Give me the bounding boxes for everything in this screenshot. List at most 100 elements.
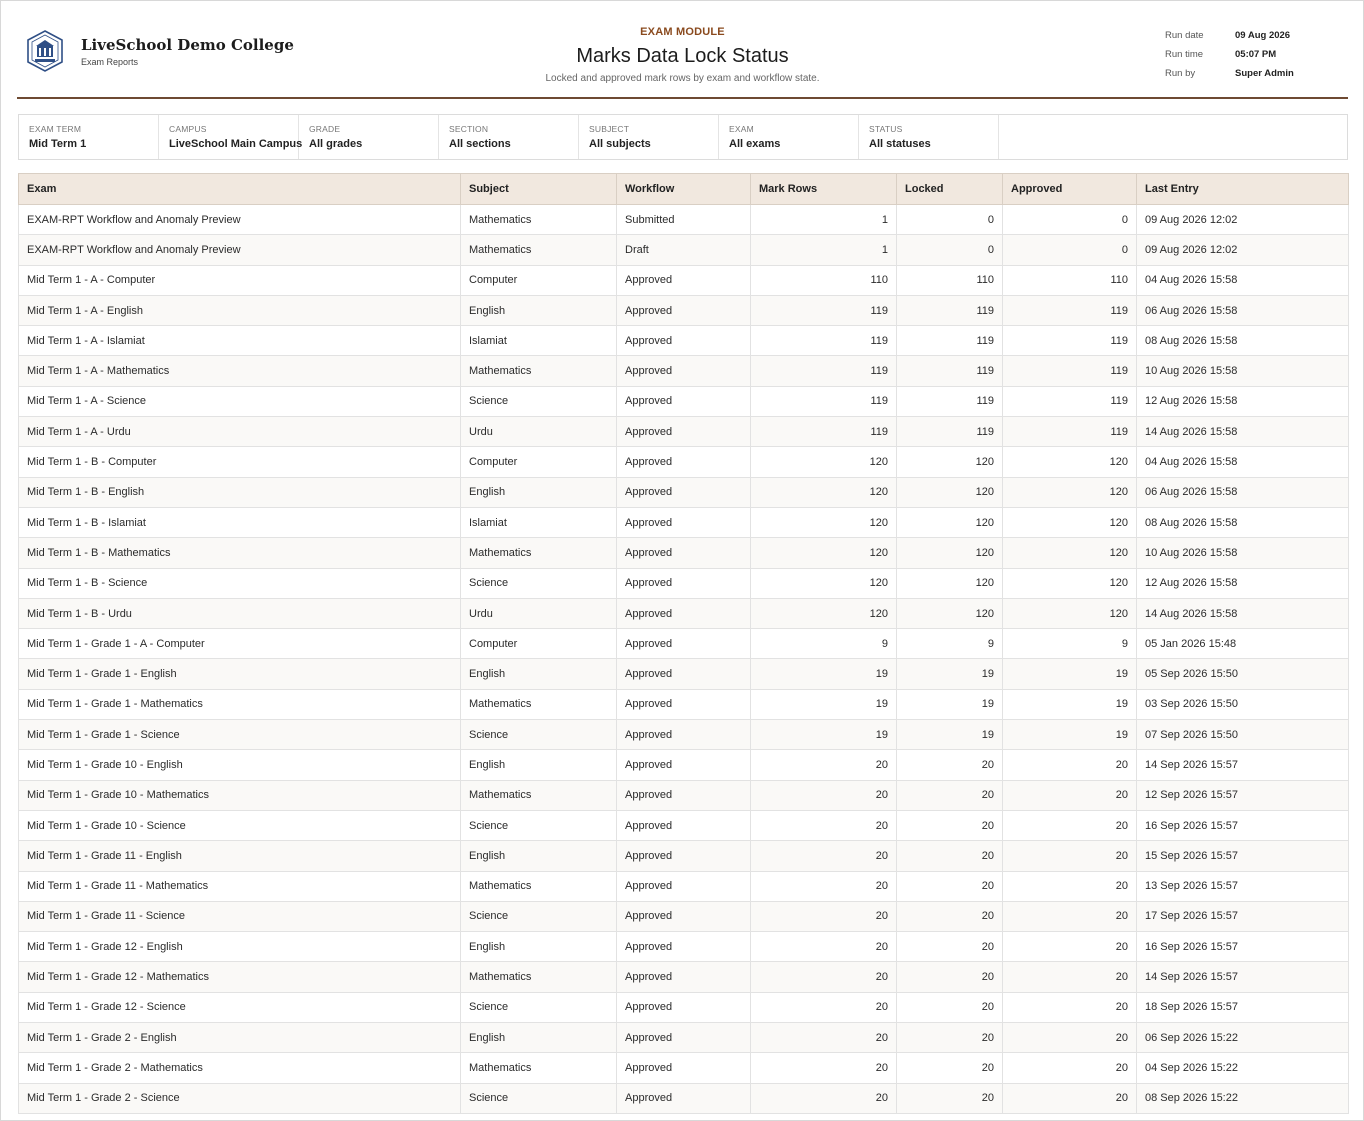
column-header[interactable]: Approved bbox=[1002, 173, 1137, 205]
filter-campus[interactable]: Campus LiveSchool Main Campus bbox=[159, 115, 302, 159]
column-header[interactable]: Mark Rows bbox=[750, 173, 897, 205]
table-row[interactable]: EXAM-RPT Workflow and Anomaly Preview Mat… bbox=[18, 203, 1349, 236]
column-header[interactable]: Exam bbox=[18, 173, 461, 205]
table-cell: Approved bbox=[616, 931, 751, 963]
column-header[interactable]: Subject bbox=[460, 173, 617, 205]
table-cell: 20 bbox=[896, 870, 1003, 902]
table-cell: 08 Aug 2026 15:58 bbox=[1136, 325, 1349, 357]
page-title: Marks Data Lock Status bbox=[576, 45, 789, 67]
table-cell: Mid Term 1 - Grade 2 - English bbox=[18, 1022, 461, 1054]
table-cell: 120 bbox=[1002, 506, 1137, 539]
table-cell: 120 bbox=[1002, 537, 1137, 569]
table-cell: Mid Term 1 - Grade 1 - Science bbox=[18, 719, 461, 751]
table-cell: 20 bbox=[750, 1052, 897, 1084]
table-cell: English bbox=[460, 1022, 617, 1054]
table-cell: Computer bbox=[460, 446, 617, 478]
table-row[interactable]: Mid Term 1 - A - Science Science Approved 1… bbox=[18, 385, 1349, 418]
filter-subject[interactable]: Subject All subjects bbox=[579, 115, 719, 159]
report-page: LiveSchool Demo College Exam Reports EXA… bbox=[0, 0, 1364, 1121]
table-row[interactable]: Mid Term 1 - Grade 11 - Mathematics Mathe… bbox=[18, 870, 1349, 902]
table-row[interactable]: Mid Term 1 - Grade 10 - English English Ap… bbox=[18, 749, 1349, 781]
table-cell: 16 Sep 2026 15:57 bbox=[1136, 931, 1349, 963]
table-cell: 20 bbox=[750, 870, 897, 902]
table-cell: Approved bbox=[616, 961, 751, 993]
filter-label: Exam bbox=[729, 124, 754, 134]
table-cell: Approved bbox=[616, 264, 751, 296]
table-cell: 110 bbox=[896, 264, 1003, 296]
table-cell: Approved bbox=[616, 809, 751, 842]
table-row[interactable]: Mid Term 1 - Grade 10 - Science Science Ap… bbox=[18, 809, 1349, 842]
filter-exam-term[interactable]: Exam Term Mid Term 1 bbox=[19, 115, 159, 159]
table-cell: English bbox=[460, 476, 617, 508]
table-cell: 120 bbox=[1002, 567, 1137, 599]
table-cell: 20 bbox=[750, 749, 897, 781]
table-cell: Islamiat bbox=[460, 325, 617, 357]
table-row[interactable]: Mid Term 1 - A - Computer Computer Approve… bbox=[18, 264, 1349, 296]
table-header-row: Exam Subject Workflow Mark Rows Locked Approv… bbox=[18, 173, 1349, 205]
table-cell: Approved bbox=[616, 628, 751, 660]
filter-exam[interactable]: Exam All exams bbox=[719, 115, 859, 159]
table-cell: Approved bbox=[616, 446, 751, 478]
table-cell: Mid Term 1 - A - English bbox=[18, 294, 461, 327]
table-cell: English bbox=[460, 294, 617, 327]
table-row[interactable]: Mid Term 1 - Grade 12 - Mathematics Mathe… bbox=[18, 961, 1349, 993]
table-cell: 20 bbox=[1002, 1022, 1137, 1054]
table-cell: Mathematics bbox=[460, 870, 617, 902]
table-row[interactable]: Mid Term 1 - Grade 1 - Mathematics Mathem… bbox=[18, 688, 1349, 721]
filter-value: All sections bbox=[449, 138, 511, 150]
table-row[interactable]: Mid Term 1 - Grade 2 - Science Science App… bbox=[18, 1082, 1349, 1114]
table-row[interactable]: Mid Term 1 - Grade 12 - English English Ap… bbox=[18, 931, 1349, 963]
table-row[interactable]: EXAM-RPT Workflow and Anomaly Preview Mat… bbox=[18, 234, 1349, 266]
table-row[interactable]: Mid Term 1 - B - Islamiat Islamiat Approve… bbox=[18, 506, 1349, 539]
table-row[interactable]: Mid Term 1 - Grade 2 - Mathematics Mathem… bbox=[18, 1052, 1349, 1084]
table-row[interactable]: Mid Term 1 - Grade 10 - Mathematics Mathe… bbox=[18, 779, 1349, 811]
table-cell: 19 bbox=[1002, 688, 1137, 721]
table-row[interactable]: Mid Term 1 - A - Mathematics Mathematics A… bbox=[18, 355, 1349, 387]
table-row[interactable]: Mid Term 1 - Grade 12 - Science Science Ap… bbox=[18, 991, 1349, 1024]
table-cell: Mid Term 1 - B - Computer bbox=[18, 446, 461, 478]
table-row[interactable]: Mid Term 1 - Grade 11 - Science Science Ap… bbox=[18, 900, 1349, 933]
table-cell: 20 bbox=[750, 1082, 897, 1114]
table-cell: Mathematics bbox=[460, 1052, 617, 1084]
table-row[interactable]: Mid Term 1 - Grade 1 - English English App… bbox=[18, 658, 1349, 690]
table-cell: 119 bbox=[1002, 325, 1137, 357]
filter-label: Grade bbox=[309, 124, 341, 134]
table-cell: 120 bbox=[1002, 446, 1137, 478]
table-cell: 20 bbox=[1002, 809, 1137, 842]
table-row[interactable]: Mid Term 1 - B - Science Science Approved 1… bbox=[18, 567, 1349, 599]
filter-section[interactable]: Section All sections bbox=[439, 115, 579, 159]
table-cell: Mid Term 1 - Grade 11 - Science bbox=[18, 900, 461, 933]
run-by-row: Run by Super Admin bbox=[1165, 64, 1345, 83]
table-cell: 119 bbox=[750, 294, 897, 327]
table-cell: 119 bbox=[896, 294, 1003, 327]
table-cell: 09 Aug 2026 12:02 bbox=[1136, 203, 1349, 236]
table-cell: 20 bbox=[750, 840, 897, 872]
table-row[interactable]: Mid Term 1 - A - Urdu Urdu Approved 119 119 1… bbox=[18, 416, 1349, 448]
filter-status[interactable]: Status All statuses bbox=[859, 115, 999, 159]
table-cell: 14 Aug 2026 15:58 bbox=[1136, 416, 1349, 448]
table-row[interactable]: Mid Term 1 - Grade 1 - A - Computer Compu… bbox=[18, 628, 1349, 660]
table-cell: 20 bbox=[896, 779, 1003, 811]
column-header[interactable]: Locked bbox=[896, 173, 1003, 205]
table-row[interactable]: Mid Term 1 - Grade 2 - English English App… bbox=[18, 1022, 1349, 1054]
table-row[interactable]: Mid Term 1 - Grade 11 - English English Ap… bbox=[18, 840, 1349, 872]
table-cell: Approved bbox=[616, 537, 751, 569]
table-row[interactable]: Mid Term 1 - B - Mathematics Mathematics A… bbox=[18, 537, 1349, 569]
table-cell: Approved bbox=[616, 1052, 751, 1084]
table-cell: 12 Sep 2026 15:57 bbox=[1136, 779, 1349, 811]
table-cell: 110 bbox=[1002, 264, 1137, 296]
filter-grade[interactable]: Grade All grades bbox=[299, 115, 439, 159]
column-header[interactable]: Workflow bbox=[616, 173, 751, 205]
table-row[interactable]: Mid Term 1 - A - Islamiat Islamiat Approve… bbox=[18, 325, 1349, 357]
table-row[interactable]: Mid Term 1 - Grade 1 - Science Science App… bbox=[18, 719, 1349, 751]
table-row[interactable]: Mid Term 1 - B - English English Approved 1… bbox=[18, 476, 1349, 508]
table-cell: 120 bbox=[750, 567, 897, 599]
table-row[interactable]: Mid Term 1 - B - Urdu Urdu Approved 120 120 1… bbox=[18, 597, 1349, 630]
table-cell: 119 bbox=[750, 385, 897, 418]
column-header[interactable]: Last Entry bbox=[1136, 173, 1349, 205]
table-row[interactable]: Mid Term 1 - B - Computer Computer Approve… bbox=[18, 446, 1349, 478]
table-cell: 14 Sep 2026 15:57 bbox=[1136, 961, 1349, 993]
table-cell: 1 bbox=[750, 234, 897, 266]
table-cell: Mid Term 1 - Grade 1 - Mathematics bbox=[18, 688, 461, 721]
table-row[interactable]: Mid Term 1 - A - English English Approved 1… bbox=[18, 294, 1349, 327]
